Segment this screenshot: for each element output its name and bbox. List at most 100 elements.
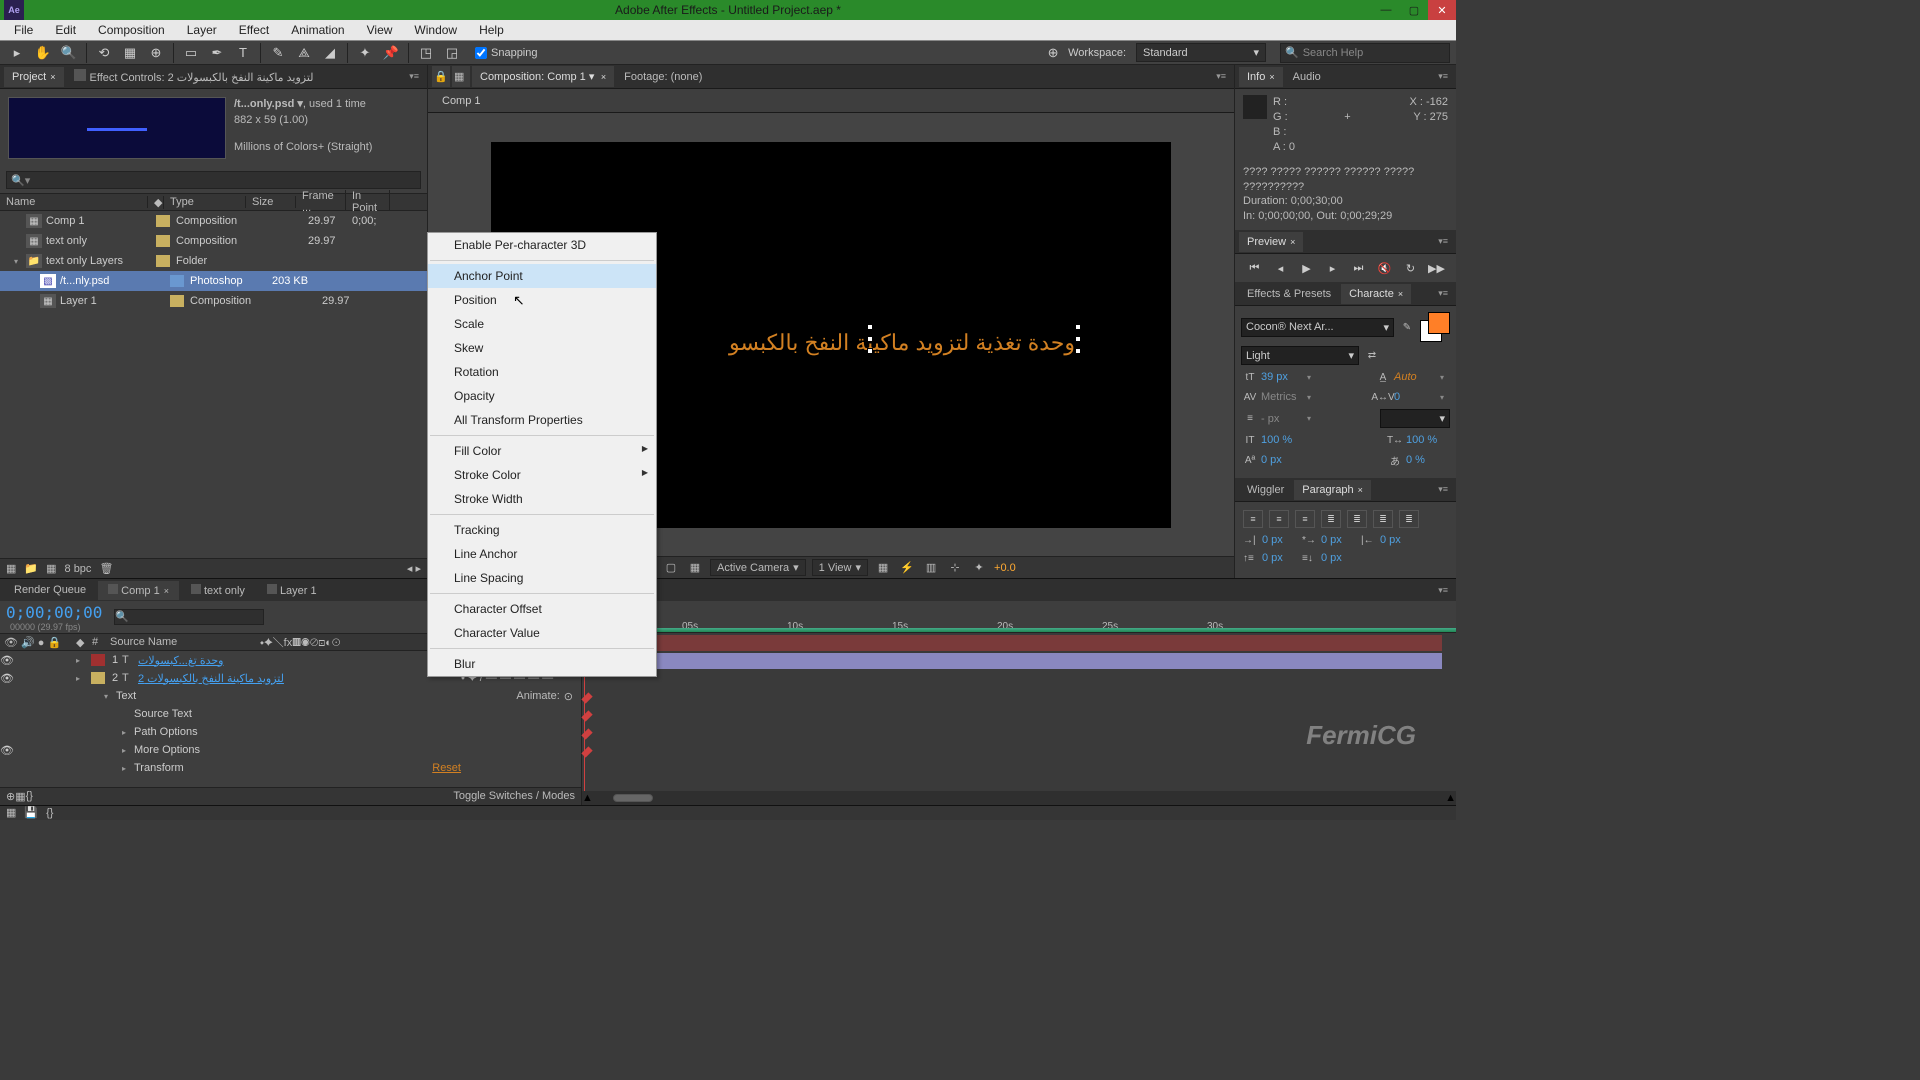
align-center-button[interactable]: ≡ [1269,510,1289,528]
type-tool[interactable]: T [232,42,254,64]
stroke-width-value[interactable]: - px [1261,413,1305,425]
font-family-select[interactable]: Cocon® Next Ar...▾ [1241,318,1394,337]
panel-menu-icon[interactable]: ▾≡ [1434,286,1452,301]
timeline-tracks[interactable]: FermiCG [582,633,1456,790]
roi-icon[interactable]: ▢ [662,560,680,576]
project-row[interactable]: ▾ 📁 text only Layers Folder [0,251,427,271]
panel-menu-icon[interactable]: ▾≡ [1434,583,1452,598]
rotation-tool[interactable]: ⟲ [93,42,115,64]
snapping-checkbox[interactable] [475,47,487,59]
tsume-value[interactable]: 0 % [1406,454,1450,466]
workspace-select[interactable]: Standard▾ [1136,43,1266,62]
panel-menu-icon[interactable]: ▾≡ [1434,482,1452,497]
canvas-text-layer[interactable]: وحدة تغذية لتزويد ماكينة النفخ بالكبسو [729,330,1075,356]
camera-select[interactable]: Active Camera▾ [710,559,806,576]
baseline-value[interactable]: 0 px [1261,454,1305,466]
play-button[interactable]: ▶ [1297,259,1317,277]
menu-layer[interactable]: Layer [177,20,227,40]
tab-composition[interactable]: Composition: Comp 1 ▾ × [472,66,614,87]
layer-bar-2[interactable] [582,653,1442,669]
menu-item[interactable]: Stroke Width [428,487,656,511]
tab-audio[interactable]: Audio [1285,67,1329,87]
flowchart-icon[interactable]: ⊹ [946,560,964,576]
camera-tool[interactable]: ▦ [119,42,141,64]
tab-text-only[interactable]: text only [181,581,255,600]
menu-file[interactable]: File [4,20,43,40]
hand-tool[interactable]: ✋ [32,42,54,64]
clone-tool[interactable]: ⟁ [293,42,315,64]
reset-exposure-icon[interactable]: ✦ [970,560,988,576]
menu-item[interactable]: Stroke Color▶ [428,463,656,487]
exposure-value[interactable]: +0.0 [994,562,1016,574]
menu-item[interactable]: Position [428,288,656,312]
brush-tool[interactable]: ✎ [267,42,289,64]
layer-bar-1[interactable] [582,635,1442,651]
panel-menu-icon[interactable]: ▾≡ [1434,69,1452,84]
timeline-property-row[interactable]: ▸TransformReset [0,759,581,777]
tab-footage[interactable]: Footage: (none) [616,67,710,87]
timeline-icon[interactable]: ▥ [922,560,940,576]
roto-tool[interactable]: ✦ [354,42,376,64]
menu-edit[interactable]: Edit [45,20,86,40]
toggle-modes-icon[interactable]: ▦ [15,790,25,803]
panel-menu-icon[interactable]: ▾≡ [405,69,423,84]
pen-tool[interactable]: ✒ [206,42,228,64]
pixel-aspect-icon[interactable]: ▦ [874,560,892,576]
align-left-button[interactable]: ≡ [1243,510,1263,528]
puppet-tool[interactable]: 📌 [380,42,402,64]
menu-item[interactable]: Enable Per-character 3D [428,233,656,257]
tab-preview[interactable]: Preview× [1239,232,1303,252]
menu-item[interactable]: Tracking [428,518,656,542]
breadcrumb-comp[interactable]: Comp 1 [434,92,489,110]
tab-effects-presets[interactable]: Effects & Presets [1239,284,1339,304]
font-weight-select[interactable]: Light▾ [1241,346,1359,365]
view-select[interactable]: 1 View▾ [812,559,868,576]
indent-left-value[interactable]: 0 px [1262,534,1296,546]
menu-item[interactable]: Character Value [428,621,656,645]
menu-item[interactable]: Character Offset [428,597,656,621]
toggle-switches-icon[interactable]: ⊕ [6,790,15,803]
timecode[interactable]: 0;00;00;00 [6,603,102,622]
time-ruler[interactable]: 05s 10s 15s 20s 25s 30s [582,601,1456,633]
tab-render-queue[interactable]: Render Queue [4,581,96,599]
tab-layer1[interactable]: Layer 1 [257,581,327,600]
space-after-value[interactable]: 0 px [1321,552,1355,564]
tab-effect-controls[interactable]: Effect Controls: لتزويد ماكينة النفخ بال… [66,65,359,88]
pan-behind-tool[interactable]: ⊕ [145,42,167,64]
maximize-button[interactable]: ▢ [1400,0,1428,20]
timeline-property-row[interactable]: ▸Path Options [0,723,581,741]
menu-item[interactable]: Opacity [428,384,656,408]
loop-button[interactable]: ↻ [1401,259,1421,277]
local-axis-icon[interactable]: ◳ [415,42,437,64]
menu-item[interactable]: Anchor Point [428,264,656,288]
trash-icon[interactable]: 🗑 [99,562,113,575]
project-search[interactable]: 🔍▾ [6,171,421,189]
justify-all-button[interactable]: ≣ [1399,510,1419,528]
timeline-search[interactable]: 🔍 [114,609,264,625]
first-frame-button[interactable]: ⏮ [1245,259,1265,277]
eyedropper-icon[interactable]: ✎ [1398,319,1416,335]
close-button[interactable]: ✕ [1428,0,1456,20]
lock-icon[interactable]: 🔒 [432,66,450,87]
ram-preview-button[interactable]: ▶▶ [1427,259,1447,277]
menu-item[interactable]: Line Spacing [428,566,656,590]
timeline-property-row[interactable]: ▾TextAnimate:⊙ [0,687,581,705]
eraser-tool[interactable]: ◢ [319,42,341,64]
menu-help[interactable]: Help [469,20,514,40]
last-frame-button[interactable]: ⏭ [1349,259,1369,277]
menu-item[interactable]: Scale [428,312,656,336]
timeline-zoom-scrollbar[interactable]: ▲▲ [582,791,1456,805]
menu-composition[interactable]: Composition [88,20,175,40]
timeline-property-row[interactable]: Source Text [0,705,581,723]
project-row[interactable]: ▧ /t...nly.psd Photoshop 203 KB [0,271,427,291]
minimize-button[interactable]: — [1372,0,1400,20]
folder-icon[interactable]: 📁 [24,562,38,575]
menu-view[interactable]: View [357,20,403,40]
world-axis-icon[interactable]: ◲ [441,42,463,64]
vscale-value[interactable]: 100 % [1261,434,1305,446]
menu-effect[interactable]: Effect [229,20,279,40]
hscale-value[interactable]: 100 % [1406,434,1450,446]
transparency-icon[interactable]: ▦ [686,560,704,576]
rectangle-tool[interactable]: ▭ [180,42,202,64]
fast-preview-icon[interactable]: ⚡ [898,560,916,576]
